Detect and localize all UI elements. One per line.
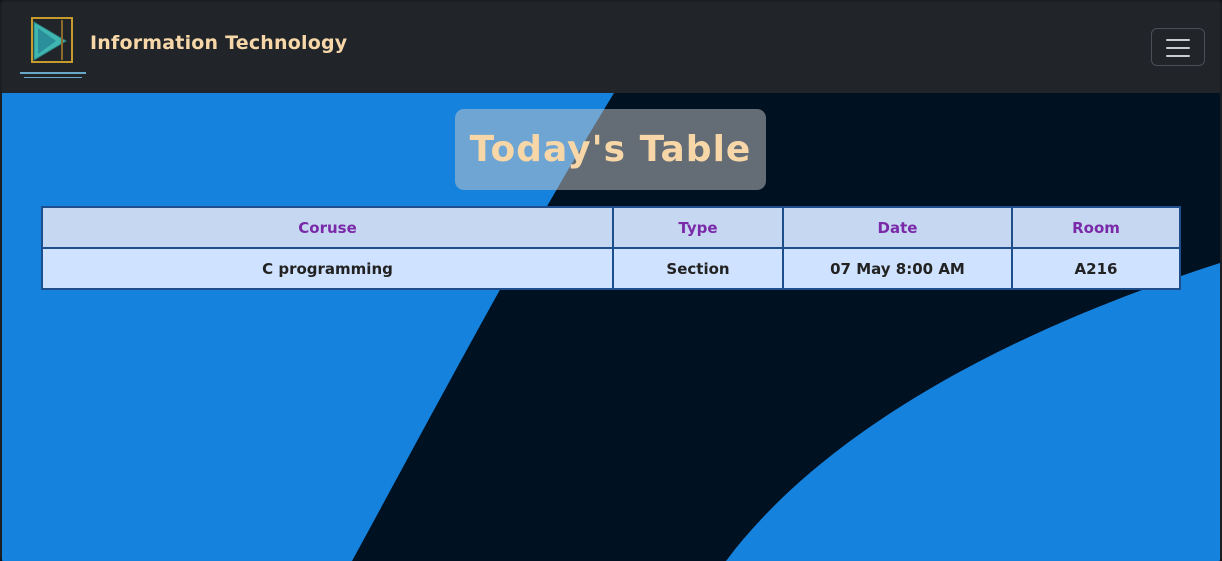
column-header-type: Type	[612, 206, 784, 249]
cell-type: Section	[612, 247, 784, 290]
column-header-date: Date	[782, 206, 1013, 249]
table-header-row: Coruse Type Date Room	[41, 206, 1181, 249]
cell-course: C programming	[41, 247, 614, 290]
navbar: Information Technology	[2, 2, 1220, 93]
table-row: C programming Section 07 May 8:00 AM A21…	[41, 247, 1181, 290]
app-window: Information Technology Today's Table Cor…	[0, 0, 1222, 561]
page-title: Today's Table	[469, 129, 752, 170]
column-header-room: Room	[1011, 206, 1181, 249]
cell-date: 07 May 8:00 AM	[782, 247, 1013, 290]
hamburger-menu-icon	[1166, 39, 1190, 41]
brand-title[interactable]: Information Technology	[90, 32, 347, 54]
schedule-table: Coruse Type Date Room C programming Sect…	[41, 206, 1181, 290]
page-title-box: Today's Table	[455, 109, 766, 190]
navbar-toggle-button[interactable]	[1151, 28, 1205, 66]
cell-room: A216	[1011, 247, 1181, 290]
column-header-course: Coruse	[41, 206, 614, 249]
hero-section: Today's Table Coruse Type Date Room C pr…	[2, 93, 1220, 561]
play-logo-icon[interactable]	[16, 14, 90, 82]
